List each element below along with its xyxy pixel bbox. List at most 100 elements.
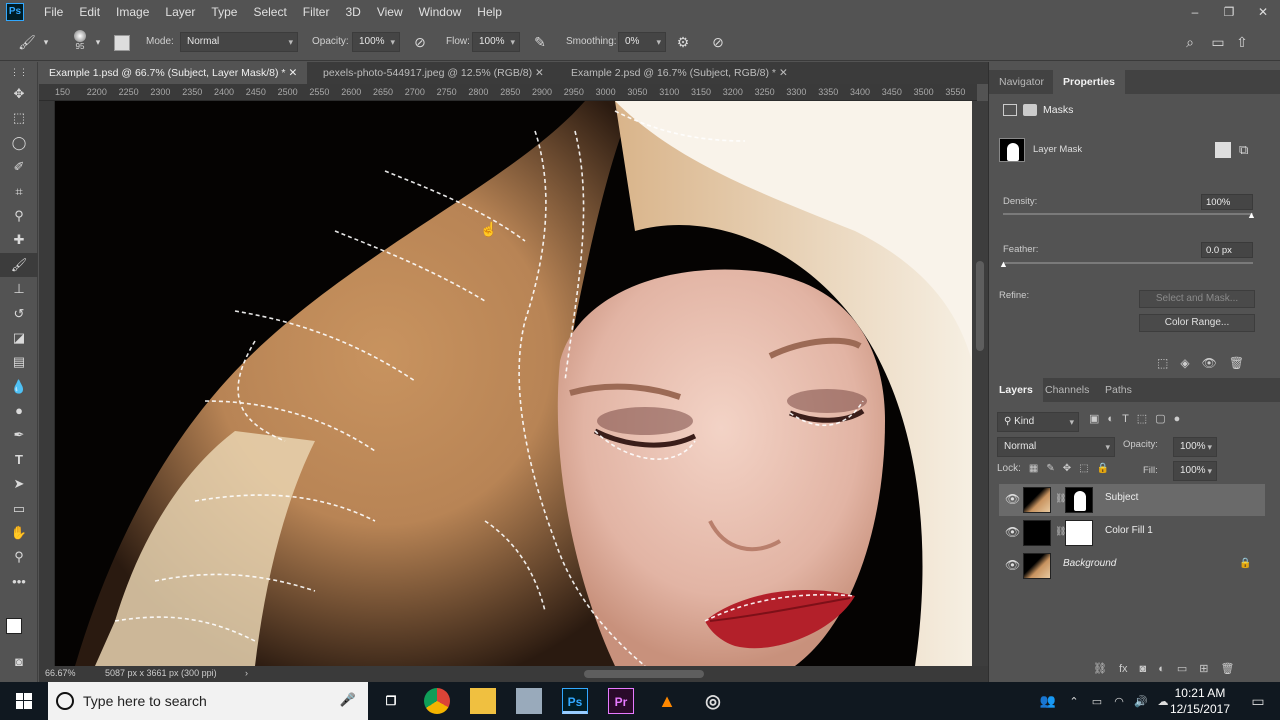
- task-view-icon[interactable]: ❐: [378, 688, 404, 714]
- airbrush-icon[interactable]: ✎: [530, 32, 550, 52]
- zoom-level[interactable]: 66.67%: [45, 668, 76, 678]
- blend-mode-select[interactable]: Normal: [997, 437, 1115, 457]
- history-brush-tool-icon[interactable]: ↺: [0, 302, 38, 326]
- tab-channels[interactable]: Channels: [1035, 378, 1099, 402]
- close-icon[interactable]: ✕: [535, 67, 544, 79]
- start-button[interactable]: [0, 682, 48, 720]
- obs-icon[interactable]: ◎: [700, 688, 726, 714]
- chevron-up-icon[interactable]: ⌃: [1062, 695, 1086, 708]
- flow-input[interactable]: 100%: [472, 32, 520, 52]
- close-icon[interactable]: ✕: [288, 67, 297, 79]
- lock-position-icon[interactable]: ✥: [1063, 463, 1071, 474]
- menu-file[interactable]: File: [36, 0, 71, 24]
- lock-all-icon[interactable]: 🔒: [1097, 463, 1109, 474]
- type-tool-icon[interactable]: T: [0, 448, 38, 472]
- filter-smart-icon[interactable]: ▢: [1155, 412, 1165, 425]
- menu-help[interactable]: Help: [469, 0, 510, 24]
- vertical-scrollbar[interactable]: [972, 101, 988, 666]
- premiere-taskbar-icon[interactable]: Pr: [608, 688, 634, 714]
- chevron-down-icon[interactable]: ▾: [36, 32, 56, 52]
- dodge-tool-icon[interactable]: ●: [0, 399, 38, 423]
- crop-tool-icon[interactable]: ⌗: [0, 180, 38, 204]
- trash-icon[interactable]: 🗑: [1229, 356, 1244, 370]
- eye-icon[interactable]: 👁: [1005, 525, 1020, 539]
- density-slider[interactable]: [1003, 213, 1253, 215]
- filter-pixel-icon[interactable]: ▣: [1089, 412, 1099, 425]
- clock[interactable]: 10:21 AM 12/15/2017: [1170, 685, 1230, 717]
- vlc-icon[interactable]: ▲: [654, 688, 680, 714]
- share-icon[interactable]: ⇧: [1232, 32, 1252, 52]
- wifi-icon[interactable]: ◠: [1108, 695, 1130, 708]
- people-icon[interactable]: 👥: [1034, 693, 1062, 709]
- gradient-tool-icon[interactable]: ▤: [0, 350, 38, 374]
- tab-example-2[interactable]: Example 2.psd @ 16.7% (Subject, RGB/8) *…: [561, 62, 798, 84]
- tab-properties[interactable]: Properties: [1053, 70, 1125, 94]
- quick-select-tool-icon[interactable]: ✐: [0, 155, 38, 179]
- layer-row-background[interactable]: 👁 Background 🔒: [999, 550, 1265, 582]
- quick-mask-icon[interactable]: ◙: [0, 650, 38, 674]
- filter-adjustment-icon[interactable]: ◐: [1107, 413, 1114, 425]
- mode-select[interactable]: Normal: [180, 32, 298, 52]
- layer-mask-thumbnail[interactable]: [1065, 487, 1093, 513]
- microphone-icon[interactable]: 🎤: [340, 692, 356, 708]
- layer-fill-input[interactable]: 100%: [1173, 461, 1217, 481]
- chevron-down-icon[interactable]: ▾: [88, 32, 108, 52]
- folder-icon[interactable]: ▭: [1177, 662, 1187, 675]
- minimize-button[interactable]: –: [1178, 1, 1212, 23]
- stamp-tool-icon[interactable]: ⊥: [0, 277, 38, 301]
- layer-row-color-fill[interactable]: 👁 ⛓ Color Fill 1: [999, 517, 1265, 549]
- zoom-tool-icon[interactable]: ⚲: [0, 545, 38, 569]
- notifications-icon[interactable]: ▭: [1236, 693, 1280, 710]
- menu-type[interactable]: Type: [203, 0, 245, 24]
- adjustment-layer-icon[interactable]: ◐: [1158, 663, 1165, 675]
- menu-edit[interactable]: Edit: [71, 0, 108, 24]
- pressure-opacity-icon[interactable]: ⊘: [410, 32, 430, 52]
- taskbar-search[interactable]: Type here to search 🎤: [48, 682, 368, 720]
- menu-view[interactable]: View: [369, 0, 411, 24]
- restore-button[interactable]: ❐: [1212, 1, 1246, 23]
- tab-navigator[interactable]: Navigator: [989, 70, 1054, 94]
- layer-opacity-input[interactable]: 100%: [1173, 437, 1217, 457]
- lock-image-icon[interactable]: ✎: [1046, 463, 1054, 474]
- load-selection-icon[interactable]: ⬚: [1157, 356, 1168, 370]
- tab-pexels-photo[interactable]: pexels-photo-544917.jpeg @ 12.5% (RGB/8)…: [313, 62, 554, 84]
- menu-3d[interactable]: 3D: [337, 0, 368, 24]
- add-vector-mask-icon[interactable]: ⧉: [1239, 142, 1248, 158]
- eye-icon[interactable]: 👁: [1005, 558, 1020, 572]
- file-explorer-icon[interactable]: [470, 688, 496, 714]
- density-input[interactable]: 100%: [1201, 194, 1253, 210]
- gear-icon[interactable]: ⚙: [673, 32, 693, 52]
- marquee-tool-icon[interactable]: ⬚: [0, 106, 38, 130]
- new-layer-icon[interactable]: ⊞: [1199, 662, 1208, 675]
- document-canvas[interactable]: ☝: [55, 101, 972, 666]
- opacity-input[interactable]: 100%: [352, 32, 400, 52]
- app-icon[interactable]: [516, 688, 542, 714]
- trash-icon[interactable]: 🗑: [1220, 662, 1234, 675]
- move-tool-icon[interactable]: ✥: [0, 82, 38, 106]
- brush-tool-icon[interactable]: 🖌: [17, 32, 37, 52]
- filter-type-icon[interactable]: T: [1122, 413, 1129, 425]
- search-icon[interactable]: ⌕: [1180, 32, 1200, 52]
- photoshop-taskbar-icon[interactable]: Ps: [562, 688, 588, 714]
- eye-icon[interactable]: 👁: [1202, 356, 1217, 370]
- horizontal-scrollbar-thumb[interactable]: [584, 670, 704, 678]
- brush-settings-icon[interactable]: [114, 35, 130, 51]
- close-button[interactable]: ✕: [1246, 1, 1280, 23]
- feather-input[interactable]: 0.0 px: [1201, 242, 1253, 258]
- lock-transparent-icon[interactable]: ▦: [1029, 463, 1038, 474]
- lock-artboard-icon[interactable]: ⬚: [1079, 463, 1088, 474]
- add-mask-icon[interactable]: ◙: [1140, 663, 1147, 675]
- menu-layer[interactable]: Layer: [157, 0, 203, 24]
- close-icon[interactable]: ✕: [779, 67, 788, 79]
- feather-slider-handle[interactable]: ▲: [999, 259, 1008, 269]
- color-range-button[interactable]: Color Range...: [1139, 314, 1255, 332]
- workspace-icon[interactable]: ▭: [1208, 32, 1228, 52]
- vector-mask-icon[interactable]: [1023, 104, 1037, 116]
- volume-icon[interactable]: 🔊: [1130, 695, 1152, 708]
- layer-mask-thumbnail[interactable]: [1065, 520, 1093, 546]
- menu-filter[interactable]: Filter: [295, 0, 338, 24]
- eye-icon[interactable]: 👁: [1005, 492, 1020, 506]
- fx-icon[interactable]: fx: [1119, 663, 1128, 675]
- feather-slider[interactable]: [1003, 262, 1253, 264]
- pixel-mask-icon[interactable]: [1003, 104, 1017, 116]
